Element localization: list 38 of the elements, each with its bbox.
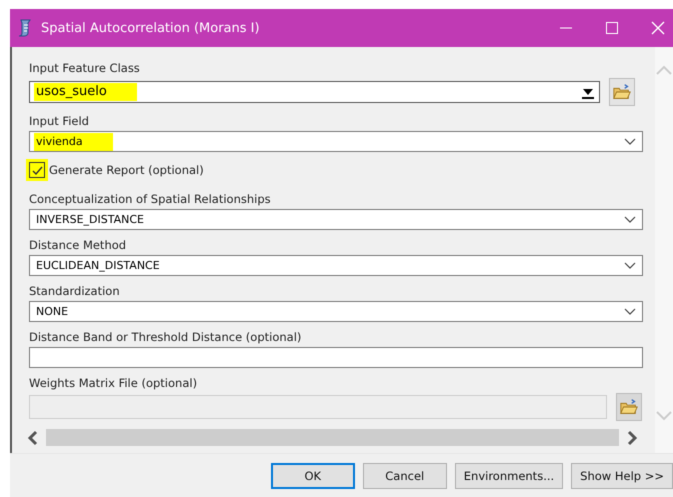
field-label: Distance Band or Threshold Distance (optional) <box>29 329 302 345</box>
checkbox[interactable] <box>29 162 45 178</box>
dialog-button[interactable]: Show Help >> <box>571 462 673 488</box>
checkbox-label: Generate Report (optional) <box>49 163 204 177</box>
field-label: Input Field <box>29 113 90 129</box>
chevron-down-icon[interactable] <box>624 308 636 316</box>
field-value: EUCLIDEAN_DISTANCE <box>35 258 161 274</box>
combo-box[interactable]: usos_suelo <box>29 81 600 103</box>
scroll-right-icon[interactable] <box>625 430 639 446</box>
scroll-left-icon[interactable] <box>26 430 40 446</box>
window-title: Spatial Autocorrelation (Morans I) <box>41 20 261 36</box>
scroll-icon <box>17 19 33 37</box>
dialog-button[interactable]: OK <box>270 462 355 488</box>
dropdown[interactable]: INVERSE_DISTANCE <box>29 209 643 230</box>
maximize-icon[interactable] <box>605 21 619 35</box>
field-value: INVERSE_DISTANCE <box>35 212 145 228</box>
field-label: Conceptualization of Spatial Relationships <box>29 191 272 207</box>
dialog-button[interactable]: Cancel <box>362 462 447 488</box>
folder-icon <box>619 397 639 417</box>
field-label: Input Feature Class <box>29 60 141 76</box>
dialog-button[interactable]: Environments... <box>454 462 564 488</box>
browse-button[interactable] <box>609 78 635 106</box>
chevron-down-icon[interactable] <box>624 262 636 270</box>
field-value: NONE <box>35 304 70 320</box>
dropdown[interactable]: NONE <box>29 301 643 322</box>
scrollbar-thumb[interactable] <box>46 429 619 446</box>
chevron-down-icon[interactable] <box>624 138 636 146</box>
field-value: usos_suelo <box>34 83 137 101</box>
input-field[interactable] <box>29 347 643 368</box>
dropdown[interactable]: EUCLIDEAN_DISTANCE <box>29 255 643 276</box>
dropdown[interactable]: vivienda <box>29 131 643 152</box>
field-value: vivienda <box>34 132 113 150</box>
close-icon[interactable] <box>651 21 665 35</box>
field-label: Standardization <box>29 283 121 299</box>
folder-icon <box>612 82 632 102</box>
field-label: Weights Matrix File (optional) <box>29 375 198 391</box>
field-label: Distance Method <box>29 237 128 253</box>
chevron-down-icon[interactable] <box>624 216 636 224</box>
